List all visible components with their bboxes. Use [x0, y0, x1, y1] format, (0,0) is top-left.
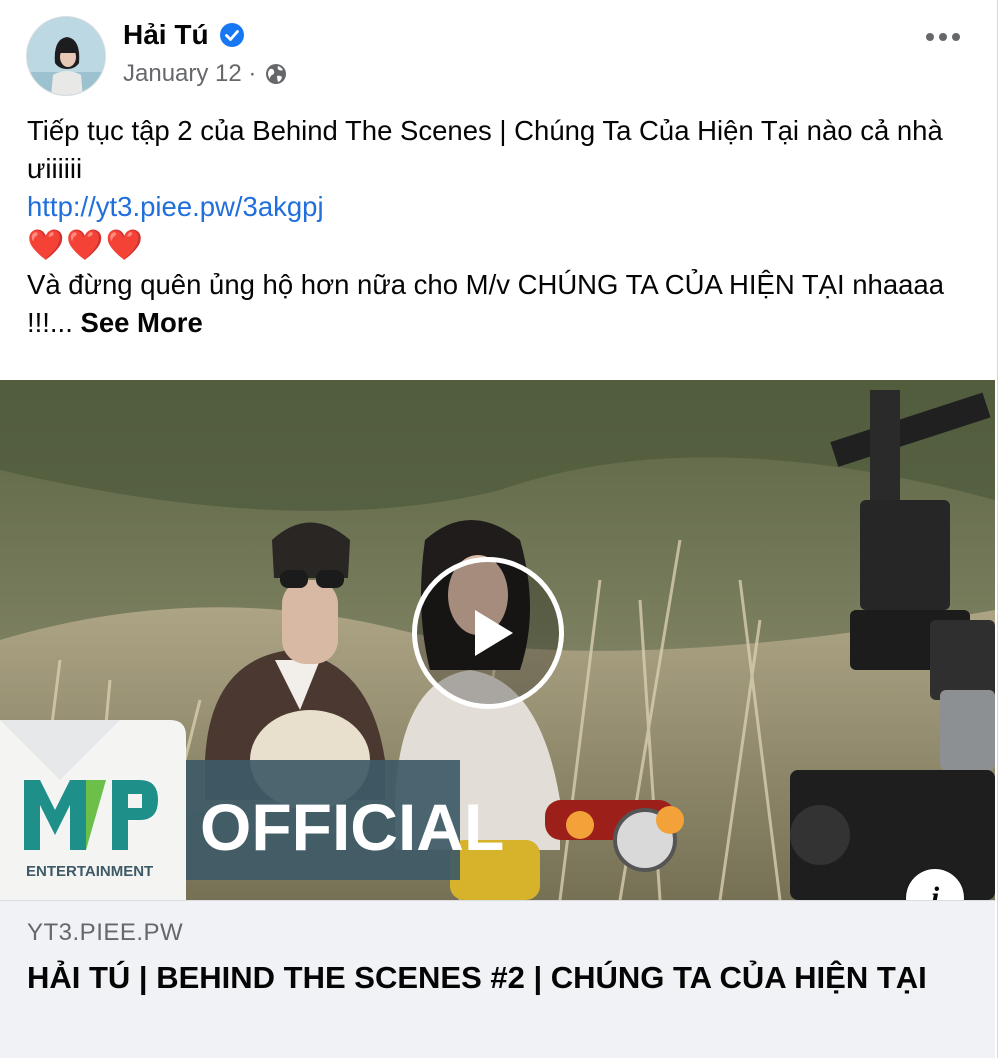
- post-text-line-1: Tiếp tục tập 2 của Behind The Scenes | C…: [27, 115, 943, 184]
- link-preview-card[interactable]: YT3.PIEE.PW HẢI TÚ | BEHIND THE SCENES #…: [0, 900, 995, 1058]
- post-header: Hải Tú January 12 ·: [26, 16, 971, 96]
- play-icon[interactable]: [412, 557, 564, 709]
- logo-subtext: ENTERTAINMENT: [26, 863, 153, 880]
- see-more-button[interactable]: See More: [80, 307, 202, 338]
- official-banner-text: OFFICIAL: [200, 790, 504, 864]
- more-options-icon[interactable]: [915, 22, 971, 52]
- verified-badge-icon: [219, 23, 244, 47]
- facebook-post: Hải Tú January 12 · Tiếp tục tập 2 của B…: [0, 0, 998, 1058]
- globe-icon: [266, 64, 287, 84]
- author-avatar[interactable]: [26, 16, 106, 96]
- link-domain: YT3.PIEE.PW: [27, 919, 184, 946]
- author-line: Hải Tú: [123, 19, 245, 51]
- post-meta: January 12 ·: [123, 60, 288, 88]
- author-name[interactable]: Hải Tú: [123, 19, 209, 51]
- hearts-emoji: ❤️❤️❤️: [27, 228, 146, 263]
- post-text: Tiếp tục tập 2 của Behind The Scenes | C…: [27, 112, 967, 342]
- post-link[interactable]: http://yt3.piee.pw/3akgpj: [27, 191, 324, 222]
- post-date[interactable]: January 12 ·: [123, 60, 256, 88]
- link-title[interactable]: HẢI TÚ | BEHIND THE SCENES #2 | CHÚNG TA…: [27, 957, 967, 999]
